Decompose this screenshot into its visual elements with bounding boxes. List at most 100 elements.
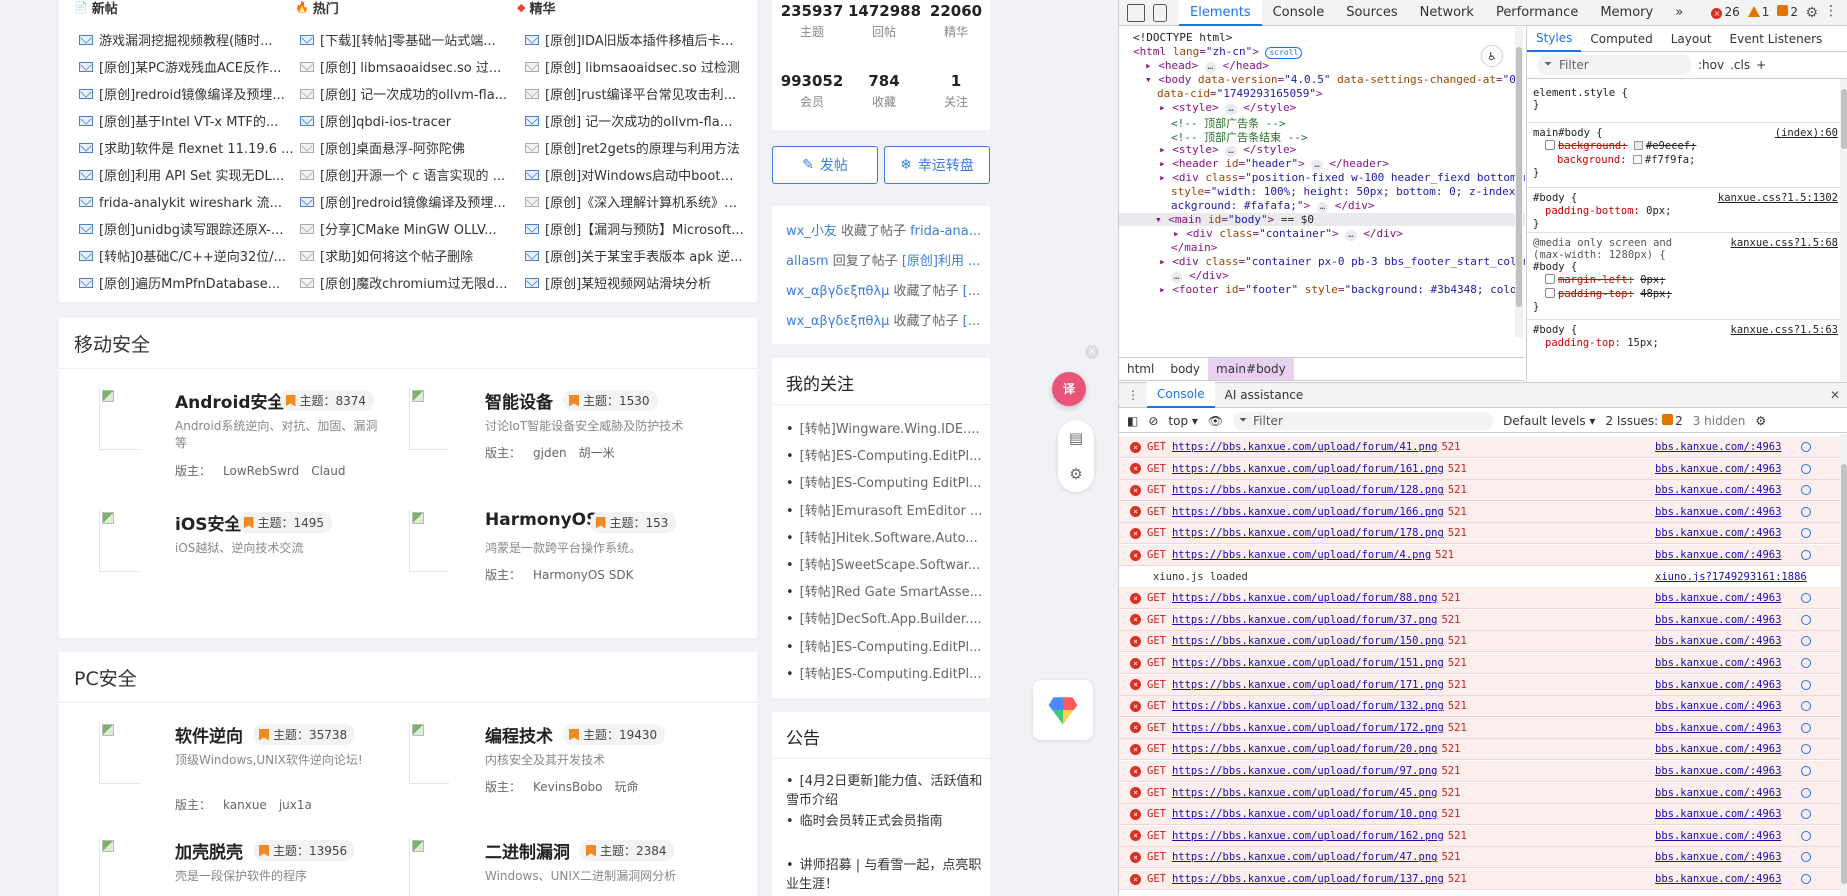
source-link[interactable]: bbs.kanxue.com/:4963 [1655, 527, 1781, 539]
dom-line[interactable]: ▾ <body data-version="4.0.5" data-settin… [1145, 73, 1523, 86]
eye-icon[interactable]: 👁 [1208, 414, 1223, 428]
console-message[interactable]: × GET https://bbs.kanxue.com/upload/forum/… [1119, 869, 1840, 890]
list-item[interactable]: [下载][转帖]零基础一站式端... [300, 26, 520, 53]
source-link[interactable]: bbs.kanxue.com/:4963 [1655, 506, 1781, 518]
dom-line[interactable]: ▸ <footer id="footer" style="background:… [1159, 283, 1525, 296]
sidebar-toggle-icon[interactable]: ◧ [1127, 414, 1138, 428]
network-icon[interactable] [1801, 809, 1811, 820]
source-link[interactable]: kanxue.css?1.5:68 [1731, 237, 1838, 249]
tab-elements[interactable]: Elements [1179, 0, 1262, 26]
drawer-tab-ai-assistance[interactable]: AI assistance [1215, 383, 1314, 407]
list-item[interactable]: [原创]unidbg读写跟踪还原X-... [79, 215, 299, 242]
follow-item[interactable]: [转帖]Wingware.Wing.IDE.... [786, 418, 986, 437]
network-icon[interactable] [1801, 614, 1811, 625]
scrollbar[interactable] [1840, 434, 1847, 896]
request-url-link[interactable]: https://bbs.kanxue.com/upload/forum/132.… [1172, 700, 1444, 712]
request-url-link[interactable]: https://bbs.kanxue.com/upload/forum/41.p… [1172, 441, 1438, 453]
dom-line[interactable]: ▸ <header id="header"> … </header> [1159, 157, 1389, 171]
request-url-link[interactable]: https://bbs.kanxue.com/upload/forum/88.p… [1172, 592, 1438, 604]
request-url-link[interactable]: https://bbs.kanxue.com/upload/forum/162.… [1172, 830, 1444, 842]
forum-name[interactable]: 智能设备 [485, 388, 553, 413]
lucky-wheel-button[interactable]: ❄ 幸运转盘 [884, 146, 990, 184]
source-link[interactable]: bbs.kanxue.com/:4963 [1655, 830, 1781, 842]
scroll-badge[interactable]: scroll [1265, 47, 1303, 59]
dom-line[interactable]: ackground: #fafafa;"> … </div> [1171, 199, 1375, 213]
styles-tab-layout[interactable]: Layout [1662, 27, 1721, 51]
forum-name[interactable]: HarmonyOS [485, 510, 598, 530]
network-icon[interactable] [1801, 679, 1811, 690]
dom-line[interactable]: </main> [1171, 241, 1217, 254]
network-icon[interactable] [1801, 766, 1811, 776]
post-link[interactable]: [... [963, 284, 980, 299]
scrollbar[interactable] [1840, 79, 1847, 381]
breadcrumb-item[interactable]: body [1162, 362, 1208, 376]
dom-line-selected[interactable]: ▾ <main id="body"> == $0 [1119, 213, 1525, 226]
follow-item[interactable]: [转帖]ES-Computing EditPl... [786, 472, 986, 491]
console-message[interactable]: × GET https://bbs.kanxue.com/upload/forum/… [1119, 782, 1840, 804]
dom-line[interactable]: ▸ <style> … </style> [1159, 143, 1296, 157]
forum-card[interactable]: Android安全 主题：8374 Android系统逆向、对抗、加固、漏洞等 版主：… [99, 388, 389, 478]
follow-item[interactable]: [转帖]Red Gate SmartAsse... [786, 581, 986, 600]
console-message[interactable]: × GET https://bbs.kanxue.com/upload/forum/… [1119, 523, 1840, 545]
request-url-link[interactable]: https://bbs.kanxue.com/upload/forum/161.… [1172, 463, 1444, 475]
network-icon[interactable] [1801, 463, 1811, 474]
request-url-link[interactable]: https://bbs.kanxue.com/upload/forum/178.… [1172, 527, 1444, 539]
post-link[interactable]: [... [963, 314, 980, 329]
list-item[interactable]: [原创]基于Intel VT-x MTF的... [79, 107, 299, 134]
console-message[interactable]: × GET https://bbs.kanxue.com/upload/forum/… [1119, 631, 1840, 653]
request-url-link[interactable]: https://bbs.kanxue.com/upload/forum/128.… [1172, 484, 1444, 496]
network-icon[interactable] [1801, 506, 1811, 517]
add-rule-icon[interactable]: + [1756, 58, 1766, 72]
request-url-link[interactable]: https://bbs.kanxue.com/upload/forum/47.p… [1172, 851, 1438, 863]
source-link[interactable]: bbs.kanxue.com/:4963 [1655, 614, 1781, 626]
request-url-link[interactable]: https://bbs.kanxue.com/upload/forum/172.… [1172, 722, 1444, 734]
dom-line[interactable]: <!DOCTYPE html> [1133, 31, 1232, 44]
network-icon[interactable] [1801, 787, 1811, 798]
dom-line[interactable]: … </div> [1171, 269, 1229, 283]
dom-line[interactable]: <html lang="zh-cn"> scroll [1133, 45, 1303, 59]
list-item[interactable]: [求助]如何将这个帖子删除 [300, 242, 520, 269]
network-icon[interactable] [1801, 874, 1811, 884]
forum-card[interactable]: 软件逆向 主题：35738 顶级Windows,UNIX软件逆向论坛! 版主： kanx… [99, 722, 389, 812]
source-link[interactable]: bbs.kanxue.com/:4963 [1655, 484, 1781, 496]
moderator-link[interactable]: gjden [533, 446, 567, 460]
inspect-icon[interactable] [1127, 3, 1145, 22]
source-link[interactable]: bbs.kanxue.com/:4963 [1655, 743, 1781, 755]
console-message[interactable]: × GET https://bbs.kanxue.com/upload/forum/… [1119, 437, 1840, 458]
list-item[interactable]: [原创]关于某宝手表版本 apk 逆... [525, 242, 745, 269]
request-url-link[interactable]: https://bbs.kanxue.com/upload/forum/97.p… [1172, 765, 1438, 777]
list-item[interactable]: [原创]某PC游戏残血ACE反作... [79, 53, 299, 80]
list-item[interactable]: [原创] 记一次成功的ollvm-fla简... [525, 107, 745, 134]
dom-line[interactable]: ▸ <div class="container"> … </div> [1173, 227, 1403, 241]
moderator-link[interactable]: jux1a [279, 798, 312, 812]
list-item[interactable]: [原创]某短视频网站滑块分析 [525, 269, 745, 296]
styles-tab-computed[interactable]: Computed [1581, 27, 1661, 51]
request-url-link[interactable]: https://bbs.kanxue.com/upload/forum/151.… [1172, 657, 1444, 669]
request-url-link[interactable]: https://bbs.kanxue.com/upload/forum/150.… [1172, 635, 1444, 647]
source-link[interactable]: xiuno.js?1749293161:1886 [1655, 571, 1807, 583]
network-icon[interactable] [1801, 852, 1811, 863]
post-link[interactable]: [原创]利用 ... [902, 254, 981, 269]
scrollbar[interactable] [1515, 27, 1523, 337]
console-message[interactable]: × GET https://bbs.kanxue.com/upload/forum/… [1119, 653, 1840, 674]
dom-line[interactable]: style="width: 100%; height: 50px; bottom… [1171, 185, 1525, 198]
forum-card[interactable]: 二进制漏洞 主题：2384 Windows、UNIX二进制漏洞网分析 [409, 838, 699, 896]
source-link[interactable]: bbs.kanxue.com/:4963 [1655, 441, 1781, 453]
source-link[interactable]: bbs.kanxue.com/:4963 [1655, 808, 1781, 820]
console-message[interactable]: × GET https://bbs.kanxue.com/upload/forum/… [1119, 458, 1840, 480]
breadcrumb-item[interactable]: html [1119, 362, 1162, 376]
moderator-link[interactable]: 胡一米 [579, 446, 615, 460]
tab-memory[interactable]: Memory [1589, 0, 1664, 26]
request-url-link[interactable]: https://bbs.kanxue.com/upload/forum/137.… [1172, 873, 1444, 885]
hover-state-toggle[interactable]: :hov [1698, 58, 1724, 72]
color-swatch[interactable] [1633, 141, 1643, 150]
console-message[interactable]: × GET https://bbs.kanxue.com/upload/forum/… [1119, 588, 1840, 610]
forum-card[interactable]: HarmonyOS 主题：153 鸿蒙是一款跨平台操作系统。 版主： HarmonyOS… [409, 510, 699, 600]
notice-item[interactable]: 讲师招募 | 与看雪一起，点亮职业生涯！ [786, 856, 986, 894]
source-link[interactable]: bbs.kanxue.com/:4963 [1655, 722, 1781, 734]
color-swatch[interactable] [1632, 155, 1642, 164]
property-checkbox[interactable] [1545, 274, 1555, 284]
list-item[interactable]: [转帖]0基础C/C++逆向32位/... [79, 242, 299, 269]
request-url-link[interactable]: https://bbs.kanxue.com/upload/forum/4.pn… [1172, 549, 1431, 561]
context-select[interactable]: top ▾ [1168, 414, 1198, 428]
